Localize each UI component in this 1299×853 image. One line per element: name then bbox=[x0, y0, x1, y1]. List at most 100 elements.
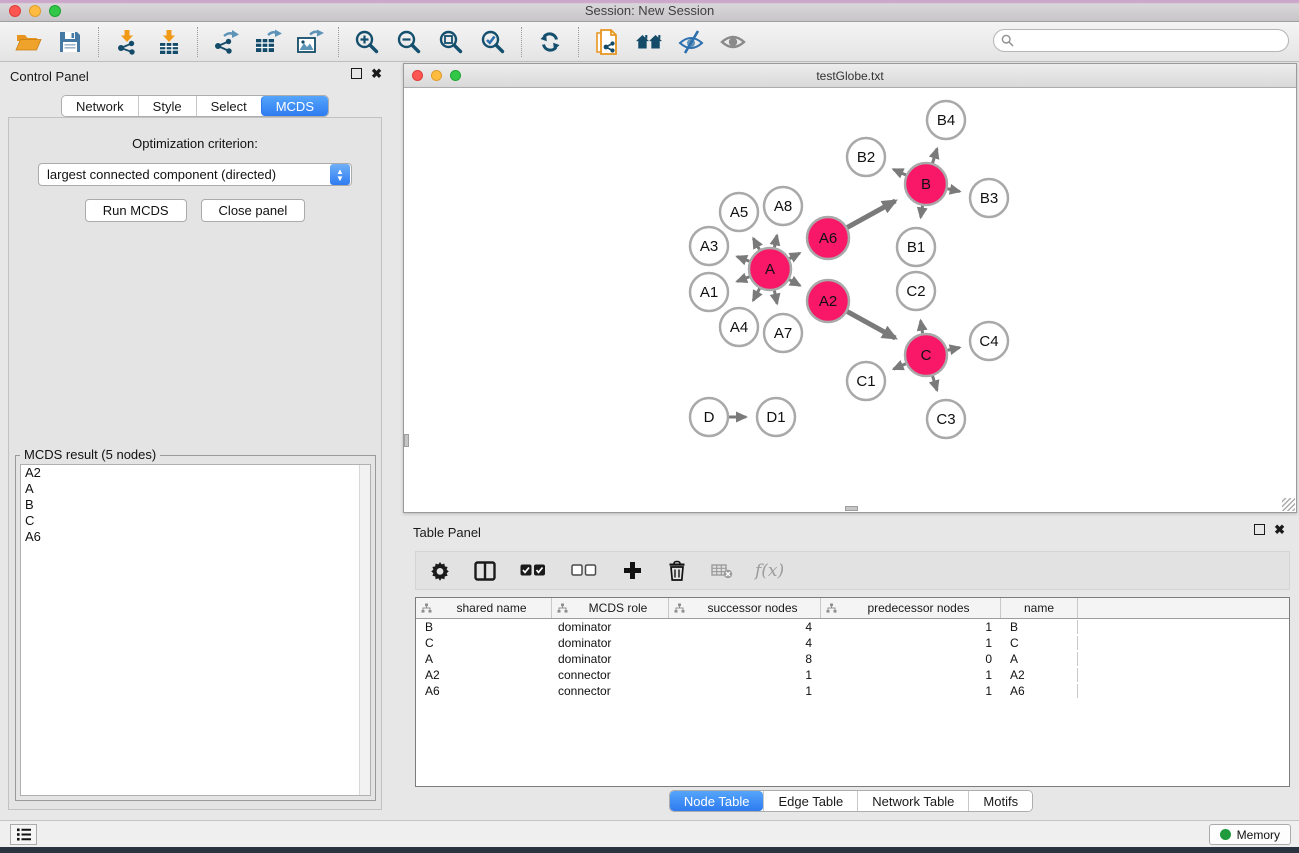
node-C4[interactable]: C4 bbox=[970, 322, 1008, 360]
node-A7[interactable]: A7 bbox=[764, 314, 802, 352]
table-cell[interactable]: 4 bbox=[669, 620, 821, 634]
node-A3[interactable]: A3 bbox=[690, 227, 728, 265]
node-D1[interactable]: D1 bbox=[757, 398, 795, 436]
float-panel-icon[interactable] bbox=[351, 68, 362, 79]
memory-button[interactable]: Memory bbox=[1209, 824, 1291, 845]
zoom-in-icon[interactable] bbox=[353, 28, 381, 56]
edge-C-C2[interactable] bbox=[921, 321, 923, 334]
edge-A-A1[interactable] bbox=[737, 277, 749, 282]
table-row[interactable]: Cdominator41C bbox=[416, 635, 1289, 651]
network-vertical-scrollbar[interactable] bbox=[404, 434, 409, 447]
network-canvas[interactable]: B4B2BB3A5A8A6A3AB1A1A2C2A4A7CC4C1DD1C3 bbox=[404, 88, 1296, 511]
tab-node-table[interactable]: Node Table bbox=[670, 791, 764, 811]
node-A[interactable]: A bbox=[749, 248, 791, 290]
table-cell[interactable]: 0 bbox=[821, 652, 1001, 666]
edge-A-A3[interactable] bbox=[737, 257, 749, 262]
column-header-shared-name[interactable]: shared name bbox=[416, 598, 552, 618]
table-row[interactable]: Bdominator41B bbox=[416, 619, 1289, 635]
table-row[interactable]: A6connector11A6 bbox=[416, 683, 1289, 699]
export-table-icon[interactable] bbox=[254, 28, 282, 56]
column-header-mcds-role[interactable]: MCDS role bbox=[552, 598, 669, 618]
tab-network-table[interactable]: Network Table bbox=[857, 791, 968, 811]
settings-gear-icon[interactable] bbox=[428, 559, 452, 583]
tab-select[interactable]: Select bbox=[196, 96, 261, 116]
zoom-selected-icon[interactable] bbox=[479, 28, 507, 56]
mcds-result-item[interactable]: A6 bbox=[21, 529, 370, 545]
node-A6[interactable]: A6 bbox=[807, 217, 849, 259]
tab-mcds[interactable]: MCDS bbox=[261, 96, 328, 116]
tab-edge-table[interactable]: Edge Table bbox=[763, 791, 857, 811]
float-table-panel-icon[interactable] bbox=[1254, 524, 1265, 535]
node-A2[interactable]: A2 bbox=[807, 280, 849, 322]
mcds-result-list[interactable]: A2ABCA6 bbox=[20, 464, 371, 796]
node-B2[interactable]: B2 bbox=[847, 138, 885, 176]
show-all-eye-icon[interactable] bbox=[719, 28, 747, 56]
export-network-icon[interactable] bbox=[212, 28, 240, 56]
network-window-titlebar[interactable]: testGlobe.txt bbox=[404, 64, 1296, 88]
node-C[interactable]: C bbox=[905, 334, 947, 376]
edge-C-C1[interactable] bbox=[894, 364, 906, 369]
add-column-icon[interactable] bbox=[620, 559, 644, 583]
table-cell[interactable]: dominator bbox=[552, 652, 669, 666]
refresh-icon[interactable] bbox=[536, 28, 564, 56]
import-network-icon[interactable] bbox=[113, 28, 141, 56]
edge-B-B1[interactable] bbox=[921, 206, 923, 218]
table-cell[interactable]: C bbox=[416, 636, 552, 650]
network-horizontal-scrollbar[interactable] bbox=[845, 506, 858, 511]
table-cell[interactable]: A2 bbox=[416, 668, 552, 682]
table-cell[interactable]: B bbox=[416, 620, 552, 634]
mcds-result-item[interactable]: C bbox=[21, 513, 370, 529]
delete-column-trash-icon[interactable] bbox=[665, 559, 689, 583]
edge-A-A8[interactable] bbox=[774, 235, 776, 247]
edge-B-B2[interactable] bbox=[893, 169, 906, 175]
select-all-checkboxes-icon[interactable] bbox=[518, 559, 548, 583]
edge-A2-C[interactable] bbox=[847, 312, 895, 338]
table-cell[interactable]: 8 bbox=[669, 652, 821, 666]
result-scrollbar[interactable] bbox=[359, 465, 370, 795]
task-history-button[interactable] bbox=[10, 824, 37, 845]
close-table-panel-icon[interactable]: ✖ bbox=[1274, 524, 1285, 535]
edge-A-A6[interactable] bbox=[789, 253, 799, 259]
node-A1[interactable]: A1 bbox=[690, 273, 728, 311]
open-session-icon[interactable] bbox=[14, 28, 42, 56]
import-table-icon[interactable] bbox=[155, 28, 183, 56]
table-cell[interactable]: B bbox=[1001, 620, 1078, 634]
table-cell[interactable]: 1 bbox=[821, 684, 1001, 698]
table-row[interactable]: A2connector11A2 bbox=[416, 667, 1289, 683]
export-image-icon[interactable] bbox=[296, 28, 324, 56]
node-B[interactable]: B bbox=[905, 163, 947, 205]
table-cell[interactable]: A2 bbox=[1001, 668, 1078, 682]
tab-style[interactable]: Style bbox=[138, 96, 196, 116]
edge-A-A2[interactable] bbox=[789, 280, 800, 286]
table-cell[interactable]: A6 bbox=[416, 684, 552, 698]
table-row[interactable]: Adominator80A bbox=[416, 651, 1289, 667]
show-column-icon[interactable] bbox=[473, 559, 497, 583]
table-cell[interactable]: 1 bbox=[821, 636, 1001, 650]
table-cell[interactable]: 4 bbox=[669, 636, 821, 650]
run-mcds-button[interactable]: Run MCDS bbox=[85, 199, 187, 222]
table-cell[interactable]: A6 bbox=[1001, 684, 1078, 698]
resize-grip-icon[interactable] bbox=[1282, 498, 1295, 511]
edge-C-C3[interactable] bbox=[933, 376, 937, 390]
mcds-result-item[interactable]: A2 bbox=[21, 465, 370, 481]
search-input[interactable] bbox=[1019, 32, 1288, 50]
edge-A6-B[interactable] bbox=[847, 201, 895, 227]
zoom-fit-icon[interactable] bbox=[437, 28, 465, 56]
mcds-result-item[interactable]: A bbox=[21, 481, 370, 497]
table-cell[interactable]: 1 bbox=[669, 684, 821, 698]
column-header-predecessor-nodes[interactable]: predecessor nodes bbox=[821, 598, 1001, 618]
edge-A-A5[interactable] bbox=[753, 238, 759, 249]
hide-selected-eye-slash-icon[interactable] bbox=[677, 28, 705, 56]
node-B1[interactable]: B1 bbox=[897, 228, 935, 266]
node-C1[interactable]: C1 bbox=[847, 362, 885, 400]
criterion-dropdown[interactable]: largest connected component (directed) ▲… bbox=[38, 163, 352, 186]
node-A4[interactable]: A4 bbox=[720, 308, 758, 346]
node-D[interactable]: D bbox=[690, 398, 728, 436]
deselect-all-checkboxes-icon[interactable] bbox=[569, 559, 599, 583]
column-header-name[interactable]: name bbox=[1001, 598, 1078, 618]
table-cell[interactable]: C bbox=[1001, 636, 1078, 650]
column-header-successor-nodes[interactable]: successor nodes bbox=[669, 598, 821, 618]
edge-C-C4[interactable] bbox=[947, 348, 959, 351]
edge-B-B4[interactable] bbox=[933, 149, 937, 163]
mcds-result-item[interactable]: B bbox=[21, 497, 370, 513]
